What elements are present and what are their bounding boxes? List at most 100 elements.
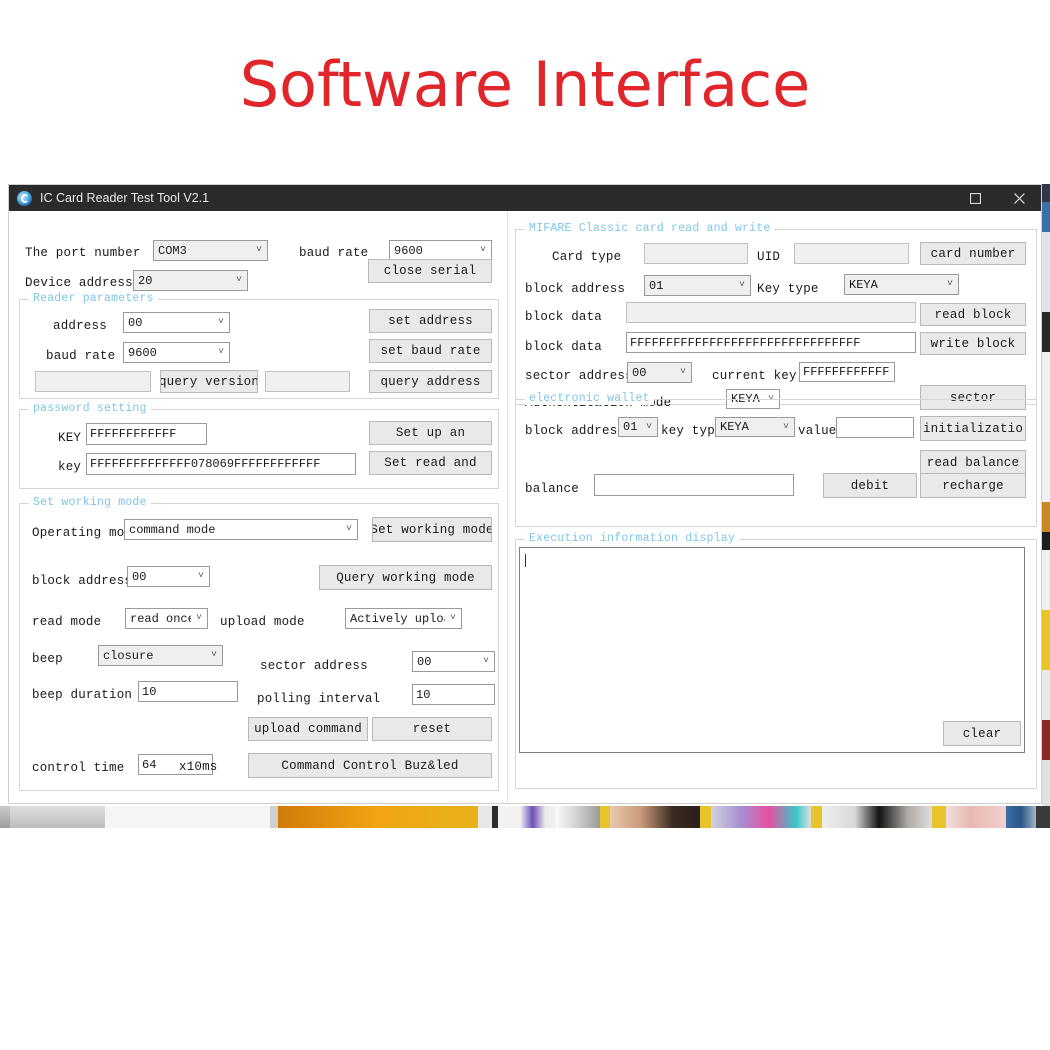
strip-segment (1042, 670, 1050, 720)
chevron-down-icon: ˅ (213, 347, 229, 358)
window-client-area: The port number COM3 ˅ baud rate 9600 ˅ … (9, 211, 1041, 803)
chevron-down-icon: ˅ (206, 650, 222, 661)
wm-sector-address-select[interactable]: 00 ˅ (412, 651, 495, 672)
port-number-select[interactable]: COM3 ˅ (153, 240, 268, 261)
clear-button[interactable]: clear (943, 721, 1021, 746)
wm-block-address-select[interactable]: 00 ˅ (127, 566, 210, 587)
polling-interval-label: polling interval (257, 692, 380, 706)
reader-baud-label: baud rate (46, 349, 115, 363)
chevron-down-icon: ˅ (641, 422, 657, 433)
key-upper-label: KEY (58, 431, 81, 445)
reader-baud-select[interactable]: 9600 ˅ (123, 342, 230, 363)
block-data-write-field[interactable]: FFFFFFFFFFFFFFFFFFFFFFFFFFFFFFFF (626, 332, 916, 353)
current-key-label: current key (712, 369, 797, 383)
strip-segment (1042, 312, 1050, 352)
baud-rate-label: baud rate (299, 246, 368, 260)
query-working-mode-button[interactable]: Query working mode (319, 565, 492, 590)
mifare-key-type-label: Key type (757, 282, 819, 296)
mifare-sector-address-label: sector address (525, 369, 633, 383)
balance-field[interactable] (594, 474, 794, 496)
upload-mode-label: upload mode (220, 615, 305, 629)
key-upper-field[interactable]: FFFFFFFFFFFF (86, 423, 207, 445)
background-page-strip (0, 806, 1050, 828)
chevron-down-icon: ˅ (778, 422, 794, 433)
card-number-button[interactable]: card number (920, 242, 1026, 265)
set-address-button[interactable]: set address (369, 309, 492, 333)
command-control-buzled-button[interactable]: Command Control Buz&led (248, 753, 492, 778)
control-time-unit-label: x10ms (179, 760, 218, 774)
mifare-block-address-label: block address (525, 282, 625, 296)
wallet-key-type-value: KEYA (716, 420, 778, 434)
beep-value: closure (99, 649, 206, 663)
debit-button[interactable]: debit (823, 473, 917, 498)
right-panel: MIFARE Classic card read and write Card … (509, 211, 1041, 803)
current-key-field[interactable]: FFFFFFFFFFFF (799, 362, 895, 382)
wallet-value-field[interactable] (836, 417, 914, 438)
strip-segment (105, 806, 270, 828)
strip-segment (1036, 806, 1050, 828)
mifare-sector-address-select[interactable]: 00 ˅ (627, 362, 692, 383)
execution-info-group: Execution information display clear (515, 539, 1037, 789)
device-address-select[interactable]: 20 ˅ (133, 270, 248, 291)
device-address-value: 20 (134, 274, 231, 288)
electronic-wallet-title: electronic wallet (525, 392, 654, 405)
reset-button[interactable]: reset (372, 717, 492, 741)
reader-address-label: address (53, 319, 107, 333)
maximize-button[interactable] (953, 185, 997, 211)
password-setting-title: password setting (29, 402, 151, 415)
strip-segment (270, 806, 278, 828)
mifare-key-type-select[interactable]: KEYA ˅ (844, 274, 959, 295)
card-type-field[interactable] (644, 243, 748, 264)
set-up-an-button[interactable]: Set up an (369, 421, 492, 445)
read-mode-select[interactable]: read once ˅ (125, 608, 208, 629)
write-block-button[interactable]: write block (920, 332, 1026, 355)
close-button[interactable] (997, 185, 1041, 211)
uid-field[interactable] (794, 243, 909, 264)
reader-address-select[interactable]: 00 ˅ (123, 312, 230, 333)
strip-segment (700, 806, 711, 828)
upload-mode-select[interactable]: Actively upload ˅ (345, 608, 462, 629)
mifare-block-address-select[interactable]: 01 ˅ (644, 275, 751, 296)
strip-segment (1042, 720, 1050, 760)
key-lower-field[interactable]: FFFFFFFFFFFFFF078069FFFFFFFFFFFF (86, 453, 356, 475)
read-block-button[interactable]: read block (920, 303, 1026, 326)
wm-sector-address-label: sector address (260, 659, 368, 673)
strip-segment (1042, 550, 1050, 610)
window-controls (953, 185, 1041, 211)
polling-interval-field[interactable]: 10 (412, 684, 495, 705)
strip-segment (711, 806, 811, 828)
initialization-button[interactable]: initializatio (920, 416, 1026, 441)
wallet-block-address-select[interactable]: 01 ˅ (618, 417, 658, 437)
set-baud-rate-button[interactable]: set baud rate (369, 339, 492, 363)
execution-info-title: Execution information display (525, 532, 739, 545)
upload-command-button[interactable]: upload command (248, 717, 368, 741)
baud-rate-select[interactable]: 9600 ˅ (389, 240, 492, 261)
recharge-button[interactable]: recharge (920, 473, 1026, 498)
query-version-button[interactable]: query version (160, 370, 258, 393)
beep-duration-field[interactable]: 10 (138, 681, 238, 702)
wm-block-address-label: block address (32, 574, 132, 588)
query-address-button[interactable]: query address (369, 370, 492, 393)
mifare-block-address-value: 01 (645, 279, 734, 293)
version-result-field[interactable] (35, 371, 151, 392)
strip-segment (811, 806, 822, 828)
set-read-and-button[interactable]: Set read and (369, 451, 492, 475)
maximize-icon (970, 193, 981, 204)
set-working-mode-group: Set working mode Operating mode command … (19, 503, 499, 791)
strip-segment (1042, 352, 1050, 502)
wallet-key-type-select[interactable]: KEYA ˅ (715, 417, 795, 437)
control-time-label: control time (32, 761, 124, 775)
set-working-mode-button[interactable]: Set working mode (372, 517, 492, 542)
close-serial-button[interactable]: close serial (368, 259, 492, 283)
block-data-read-field[interactable] (626, 302, 916, 323)
port-number-value: COM3 (154, 244, 251, 258)
beep-select[interactable]: closure ˅ (98, 645, 223, 666)
operating-mode-select[interactable]: command mode ˅ (124, 519, 358, 540)
wallet-value-label: value (798, 424, 837, 438)
close-icon (1014, 193, 1025, 204)
read-balance-button[interactable]: read balance (920, 450, 1026, 475)
address-result-field[interactable] (265, 371, 350, 392)
baud-rate-value: 9600 (390, 244, 475, 258)
chevron-down-icon: ˅ (942, 279, 958, 290)
window-titlebar: IC Card Reader Test Tool V2.1 (9, 185, 1041, 211)
